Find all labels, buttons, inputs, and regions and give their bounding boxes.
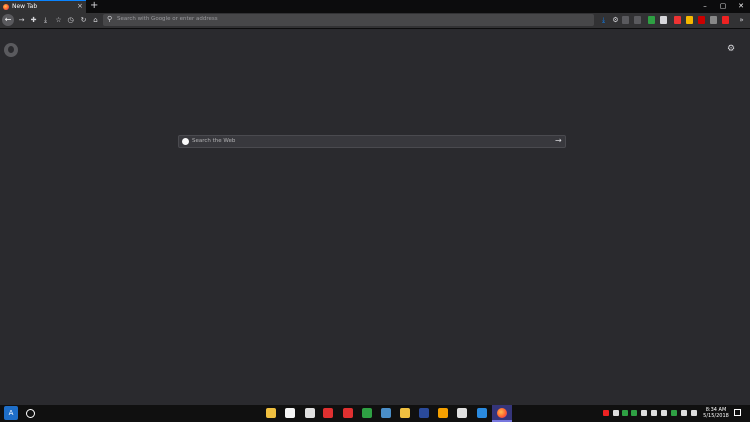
history-icon[interactable]: ◷	[65, 15, 76, 26]
search-go-arrow-icon[interactable]: →	[555, 136, 562, 145]
google-icon	[182, 138, 189, 145]
tray-icon[interactable]	[661, 410, 667, 416]
taskbar-app-icon[interactable]	[343, 408, 353, 418]
tray-icon[interactable]	[603, 410, 609, 416]
tray-icon[interactable]	[622, 410, 628, 416]
extension-icon[interactable]	[686, 16, 693, 24]
search-icon: ⚲	[107, 15, 113, 23]
downloads-button[interactable]: ⤓	[598, 15, 609, 26]
url-placeholder: Search with Google or enter address	[117, 16, 218, 22]
extension-icon[interactable]	[660, 16, 667, 24]
gear-icon[interactable]: ⚙	[727, 44, 735, 54]
extension-icon[interactable]	[634, 16, 641, 24]
tray-icon[interactable]	[681, 410, 687, 416]
close-window-button[interactable]: ✕	[732, 0, 750, 13]
settings-toolbar-icon[interactable]: ⚙	[610, 15, 621, 26]
nav-bar: ← → ✚ ⤓ ☆ ◷ ↻ ⌂ ⚲ Search with Google or …	[0, 13, 750, 29]
url-bar[interactable]: ⚲ Search with Google or enter address	[103, 14, 594, 26]
taskbar-app-icon[interactable]	[285, 408, 295, 418]
cortana-icon[interactable]	[26, 409, 35, 418]
tray-icon[interactable]	[651, 410, 657, 416]
extension-icon[interactable]	[674, 16, 681, 24]
puzzle-icon[interactable]: ✚	[28, 15, 39, 26]
search-placeholder: Search the Web	[192, 138, 236, 144]
star-icon[interactable]: ☆	[53, 15, 64, 26]
forward-button[interactable]: →	[16, 15, 27, 26]
start-button[interactable]: A	[4, 406, 18, 420]
firefox-icon	[3, 4, 9, 10]
taskbar-app-icon[interactable]	[266, 408, 276, 418]
back-button[interactable]: ←	[2, 14, 14, 26]
taskbar-app-icon[interactable]	[381, 408, 391, 418]
tab-close-button[interactable]: ×	[77, 2, 83, 10]
overflow-button[interactable]: »	[736, 15, 747, 26]
taskbar-app-icon[interactable]	[477, 408, 487, 418]
title-bar: New Tab × + – ▢ ✕	[0, 0, 750, 13]
taskbar-app-icon[interactable]	[457, 408, 467, 418]
maximize-button[interactable]: ▢	[714, 0, 732, 13]
extension-icon[interactable]	[698, 16, 705, 24]
home-button[interactable]: ⌂	[90, 15, 101, 26]
firefox-taskbar-icon[interactable]	[497, 408, 507, 418]
tab-title: New Tab	[12, 3, 38, 10]
taskbar-app-icon[interactable]	[323, 408, 333, 418]
taskbar-app-icon[interactable]	[438, 408, 448, 418]
tab-new-tab[interactable]: New Tab ×	[0, 0, 86, 13]
reload-button[interactable]: ↻	[78, 15, 89, 26]
extension-icon[interactable]	[648, 16, 655, 24]
extension-icon[interactable]	[722, 16, 729, 24]
taskbar-app-icon[interactable]	[400, 408, 410, 418]
minimize-button[interactable]: –	[696, 0, 714, 13]
tray-icon[interactable]	[671, 410, 677, 416]
tray-icon[interactable]	[631, 410, 637, 416]
notification-icon[interactable]	[734, 409, 741, 416]
clock-date: 5/15/2018	[703, 413, 729, 419]
tray-icon[interactable]	[613, 410, 619, 416]
taskbar-app-icon[interactable]	[305, 408, 315, 418]
web-search-box[interactable]: Search the Web →	[178, 135, 566, 148]
taskbar-app-icon[interactable]	[419, 408, 429, 418]
tray-icon[interactable]	[641, 410, 647, 416]
clock[interactable]: 8:34 AM 5/15/2018	[702, 407, 730, 419]
taskbar: A 8:34 AM 5/15/2018	[0, 405, 750, 422]
taskbar-app-icon[interactable]	[362, 408, 372, 418]
extension-icon[interactable]	[622, 16, 629, 24]
new-tab-button[interactable]: +	[90, 0, 98, 12]
download-icon[interactable]: ⤓	[40, 15, 51, 26]
extension-icon[interactable]	[710, 16, 717, 24]
tray-icon[interactable]	[691, 410, 697, 416]
firefox-logo-icon	[4, 43, 18, 57]
